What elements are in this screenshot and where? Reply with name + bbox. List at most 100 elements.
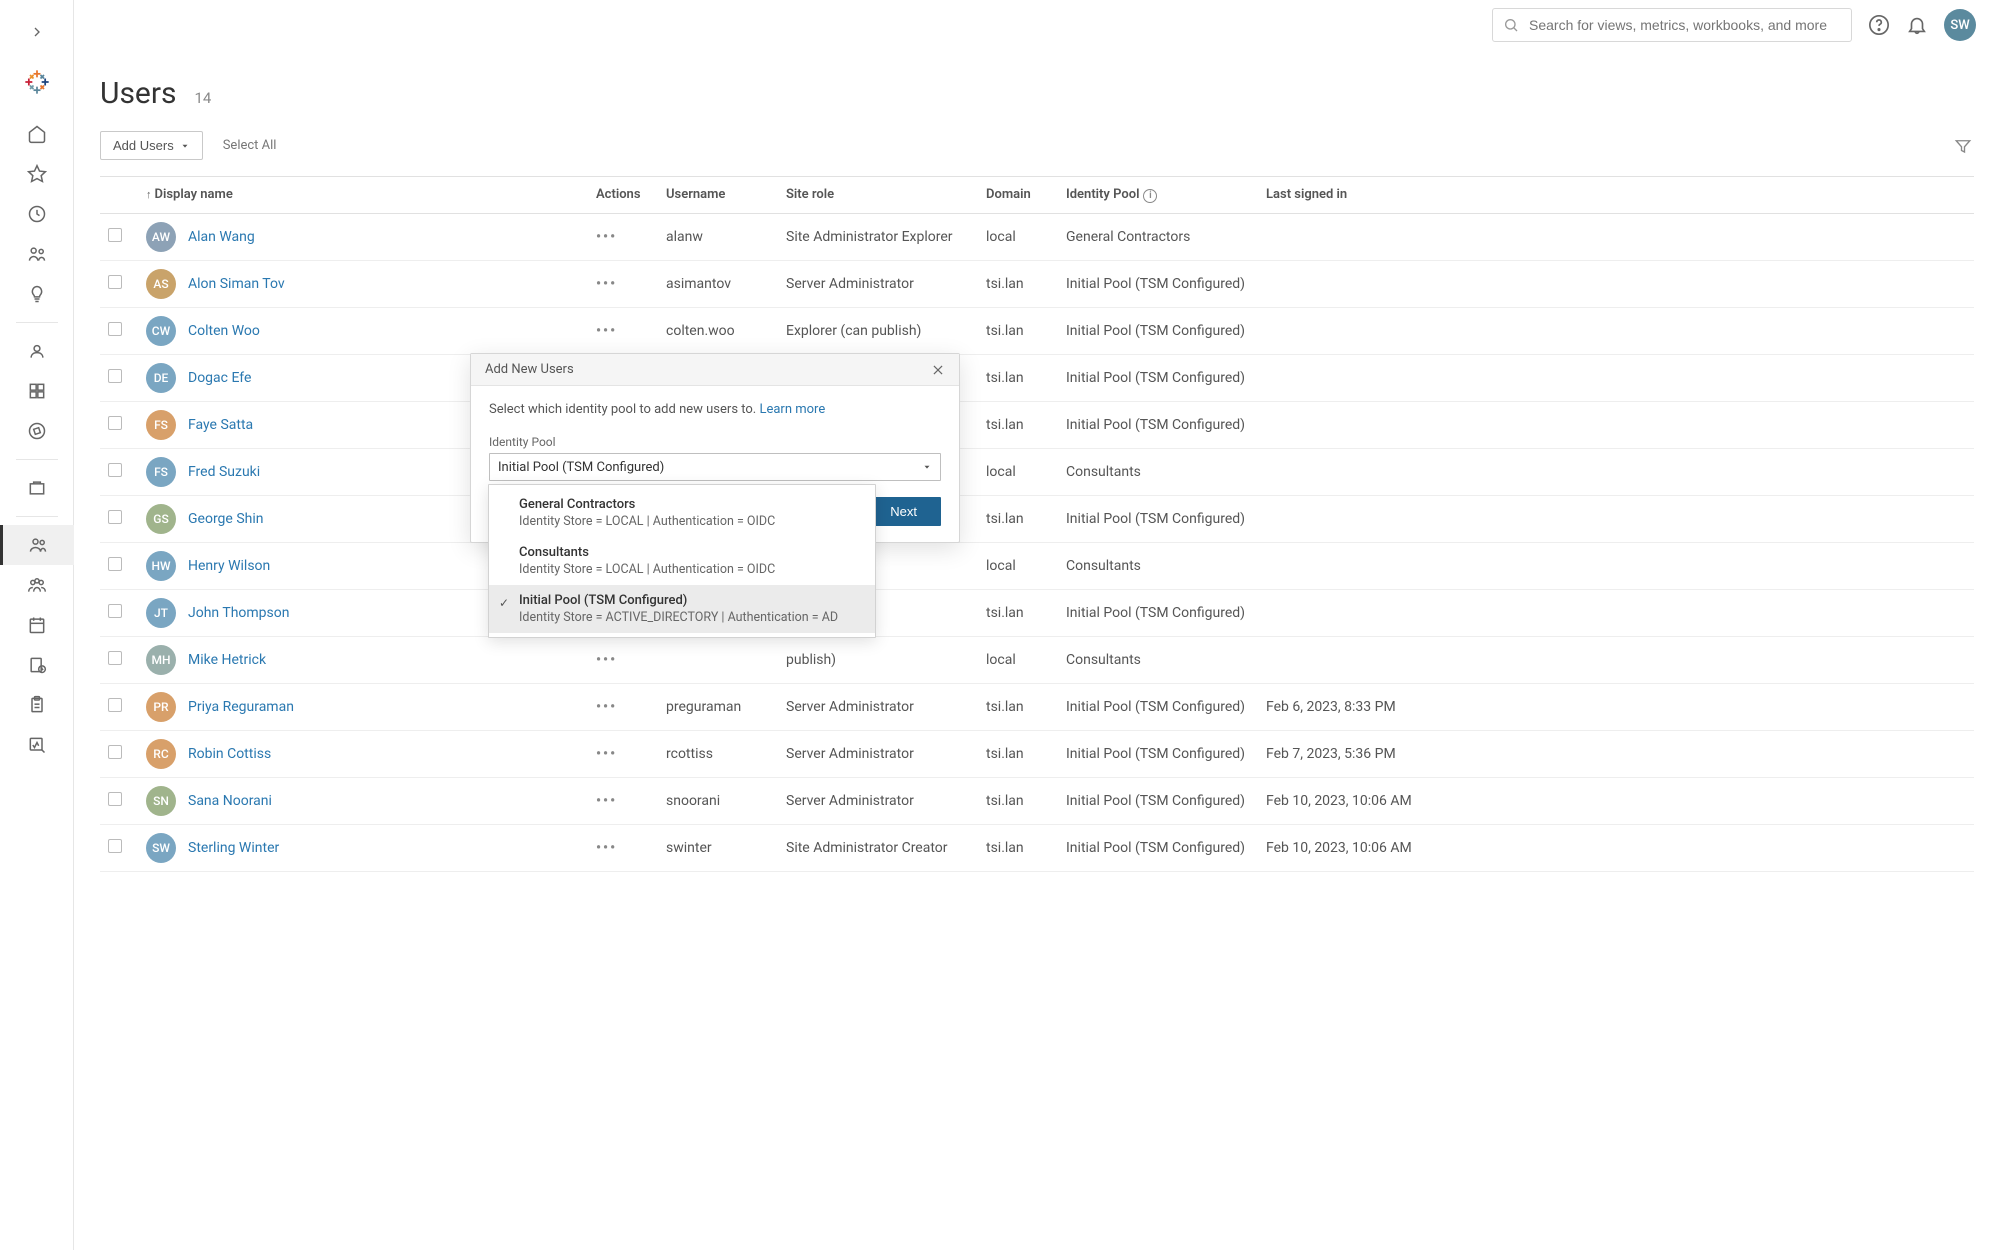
close-icon	[931, 363, 945, 377]
cell-identity-pool: Consultants	[1058, 542, 1258, 589]
learn-more-link[interactable]: Learn more	[759, 402, 825, 417]
user-name-link[interactable]: Robin Cottiss	[188, 746, 271, 762]
site-status-nav-icon[interactable]	[0, 725, 74, 765]
filter-icon[interactable]	[1954, 137, 1974, 155]
cell-last-signed-in: Feb 10, 2023, 10:06 AM	[1258, 824, 1974, 871]
table-row: SNSana Noorani•••snooraniServer Administ…	[100, 777, 1974, 824]
col-last-signed-in[interactable]: Last signed in	[1258, 177, 1974, 214]
external-assets-icon[interactable]	[0, 468, 74, 508]
add-users-button[interactable]: Add Users	[100, 131, 203, 160]
user-name-link[interactable]: John Thompson	[188, 605, 289, 621]
schedules-nav-icon[interactable]	[0, 605, 74, 645]
user-name-link[interactable]: Mike Hetrick	[188, 652, 266, 668]
favorites-icon[interactable]	[0, 154, 74, 194]
col-username[interactable]: Username	[658, 177, 778, 214]
table-row: MHMike Hetrick•••publish)localConsultant…	[100, 636, 1974, 683]
dropdown-option[interactable]: ✓Initial Pool (TSM Configured)Identity S…	[489, 585, 875, 633]
option-name: General Contractors	[519, 497, 861, 512]
user-avatar: RC	[146, 739, 176, 769]
row-checkbox[interactable]	[108, 463, 122, 477]
cell-last-signed-in	[1258, 495, 1974, 542]
option-subtitle: Identity Store = ACTIVE_DIRECTORY | Auth…	[519, 610, 861, 625]
cell-last-signed-in	[1258, 354, 1974, 401]
user-name-link[interactable]: Fred Suzuki	[188, 464, 260, 480]
row-checkbox[interactable]	[108, 228, 122, 242]
personal-space-icon[interactable]	[0, 331, 74, 371]
user-name-link[interactable]: George Shin	[188, 511, 263, 527]
recents-icon[interactable]	[0, 194, 74, 234]
row-checkbox[interactable]	[108, 745, 122, 759]
notifications-icon[interactable]	[1906, 14, 1928, 36]
cell-username: rcottiss	[658, 730, 778, 777]
tasks-nav-icon[interactable]	[0, 685, 74, 725]
cell-identity-pool: Initial Pool (TSM Configured)	[1058, 589, 1258, 636]
row-actions-menu[interactable]: •••	[596, 840, 617, 856]
sidebar-expand-icon[interactable]	[0, 12, 74, 52]
cell-identity-pool: Initial Pool (TSM Configured)	[1058, 307, 1258, 354]
col-identity-pool[interactable]: Identity Pooli	[1058, 177, 1258, 214]
select-all-link[interactable]: Select All	[223, 138, 277, 153]
cell-domain: local	[978, 636, 1058, 683]
global-search[interactable]	[1492, 8, 1852, 42]
recommendations-icon[interactable]	[0, 274, 74, 314]
tableau-logo[interactable]	[23, 68, 51, 96]
row-checkbox[interactable]	[108, 792, 122, 806]
groups-nav-icon[interactable]	[0, 565, 74, 605]
topbar: SW	[74, 0, 2000, 50]
row-actions-menu[interactable]: •••	[596, 652, 617, 668]
row-checkbox[interactable]	[108, 416, 122, 430]
cell-domain: tsi.lan	[978, 589, 1058, 636]
col-domain[interactable]: Domain	[978, 177, 1058, 214]
identity-pool-select[interactable]: Initial Pool (TSM Configured)	[489, 453, 941, 481]
row-checkbox[interactable]	[108, 604, 122, 618]
help-icon[interactable]	[1868, 14, 1890, 36]
user-name-link[interactable]: Sterling Winter	[188, 840, 279, 856]
row-checkbox[interactable]	[108, 275, 122, 289]
row-actions-menu[interactable]: •••	[596, 746, 617, 762]
row-checkbox[interactable]	[108, 839, 122, 853]
user-name-link[interactable]: Henry Wilson	[188, 558, 270, 574]
check-icon: ✓	[499, 596, 509, 610]
user-name-link[interactable]: Dogac Efe	[188, 370, 251, 386]
row-checkbox[interactable]	[108, 510, 122, 524]
row-checkbox[interactable]	[108, 322, 122, 336]
row-actions-menu[interactable]: •••	[596, 793, 617, 809]
user-name-link[interactable]: Sana Noorani	[188, 793, 272, 809]
cell-domain: tsi.lan	[978, 260, 1058, 307]
cell-site-role: Server Administrator	[778, 777, 978, 824]
collections-icon[interactable]	[0, 371, 74, 411]
dropdown-option[interactable]: ConsultantsIdentity Store = LOCAL | Auth…	[489, 537, 875, 585]
cell-domain: tsi.lan	[978, 730, 1058, 777]
col-site-role[interactable]: Site role	[778, 177, 978, 214]
users-nav-icon[interactable]	[0, 525, 74, 565]
cell-site-role: publish)	[778, 636, 978, 683]
home-icon[interactable]	[0, 114, 74, 154]
row-actions-menu[interactable]: •••	[596, 276, 617, 292]
identity-pool-dropdown: General ContractorsIdentity Store = LOCA…	[488, 484, 876, 638]
row-actions-menu[interactable]: •••	[596, 699, 617, 715]
row-actions-menu[interactable]: •••	[596, 229, 617, 245]
row-actions-menu[interactable]: •••	[596, 323, 617, 339]
user-name-link[interactable]: Alan Wang	[188, 229, 255, 245]
user-avatar: DE	[146, 363, 176, 393]
shared-icon[interactable]	[0, 234, 74, 274]
col-display-name[interactable]: ↑Display name	[138, 177, 588, 214]
user-name-link[interactable]: Faye Satta	[188, 417, 253, 433]
info-icon[interactable]: i	[1143, 189, 1157, 203]
col-actions[interactable]: Actions	[588, 177, 658, 214]
user-name-link[interactable]: Alon Siman Tov	[188, 276, 285, 292]
explore-icon[interactable]	[0, 411, 74, 451]
next-button[interactable]: Next	[866, 497, 941, 526]
cell-domain: tsi.lan	[978, 495, 1058, 542]
modal-close-button[interactable]	[931, 363, 945, 377]
user-name-link[interactable]: Priya Reguraman	[188, 699, 294, 715]
user-name-link[interactable]: Colten Woo	[188, 323, 260, 339]
current-user-avatar[interactable]: SW	[1944, 9, 1976, 41]
row-checkbox[interactable]	[108, 369, 122, 383]
row-checkbox[interactable]	[108, 698, 122, 712]
row-checkbox[interactable]	[108, 651, 122, 665]
jobs-nav-icon[interactable]	[0, 645, 74, 685]
search-input[interactable]	[1529, 17, 1841, 33]
row-checkbox[interactable]	[108, 557, 122, 571]
dropdown-option[interactable]: General ContractorsIdentity Store = LOCA…	[489, 489, 875, 537]
